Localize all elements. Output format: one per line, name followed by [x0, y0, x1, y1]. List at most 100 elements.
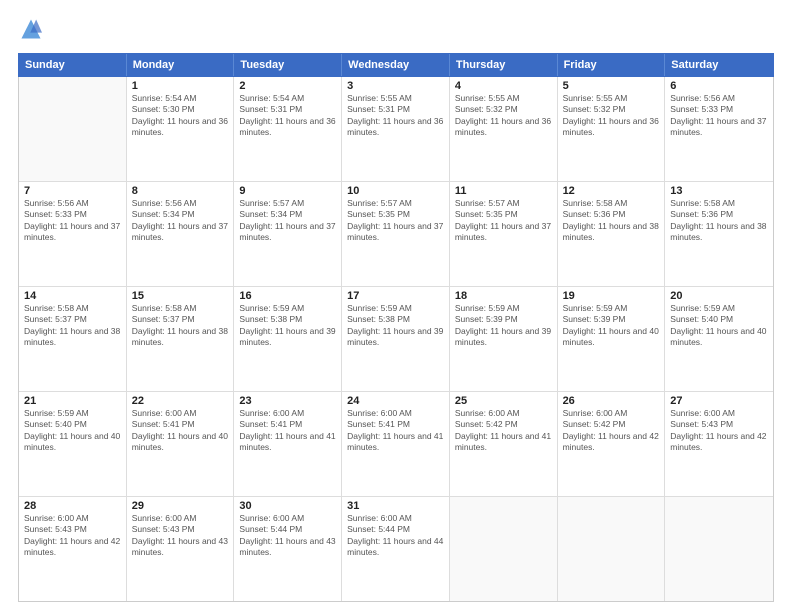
day-info: Sunrise: 5:58 AMSunset: 5:37 PMDaylight:…	[24, 303, 121, 349]
day-number: 21	[24, 395, 121, 407]
calendar-header-cell: Friday	[558, 54, 666, 76]
calendar-cell: 11Sunrise: 5:57 AMSunset: 5:35 PMDayligh…	[450, 182, 558, 286]
day-info: Sunrise: 5:57 AMSunset: 5:34 PMDaylight:…	[239, 198, 336, 244]
day-number: 1	[132, 80, 229, 92]
calendar-body: 1Sunrise: 5:54 AMSunset: 5:30 PMDaylight…	[18, 77, 774, 602]
calendar-cell: 4Sunrise: 5:55 AMSunset: 5:32 PMDaylight…	[450, 77, 558, 181]
calendar-cell: 1Sunrise: 5:54 AMSunset: 5:30 PMDaylight…	[127, 77, 235, 181]
day-number: 19	[563, 290, 660, 302]
logo-icon	[20, 18, 42, 40]
day-info: Sunrise: 5:59 AMSunset: 5:39 PMDaylight:…	[455, 303, 552, 349]
day-info: Sunrise: 5:55 AMSunset: 5:32 PMDaylight:…	[455, 93, 552, 139]
calendar-cell	[450, 497, 558, 601]
day-info: Sunrise: 5:55 AMSunset: 5:32 PMDaylight:…	[563, 93, 660, 139]
day-number: 20	[670, 290, 768, 302]
day-number: 25	[455, 395, 552, 407]
calendar-cell: 17Sunrise: 5:59 AMSunset: 5:38 PMDayligh…	[342, 287, 450, 391]
calendar-cell: 28Sunrise: 6:00 AMSunset: 5:43 PMDayligh…	[19, 497, 127, 601]
calendar-cell: 7Sunrise: 5:56 AMSunset: 5:33 PMDaylight…	[19, 182, 127, 286]
day-number: 31	[347, 500, 444, 512]
day-info: Sunrise: 5:58 AMSunset: 5:36 PMDaylight:…	[670, 198, 768, 244]
day-info: Sunrise: 5:56 AMSunset: 5:34 PMDaylight:…	[132, 198, 229, 244]
day-info: Sunrise: 5:56 AMSunset: 5:33 PMDaylight:…	[670, 93, 768, 139]
calendar-cell: 5Sunrise: 5:55 AMSunset: 5:32 PMDaylight…	[558, 77, 666, 181]
calendar-cell: 26Sunrise: 6:00 AMSunset: 5:42 PMDayligh…	[558, 392, 666, 496]
calendar-cell	[665, 497, 773, 601]
day-info: Sunrise: 6:00 AMSunset: 5:41 PMDaylight:…	[132, 408, 229, 454]
calendar-cell: 20Sunrise: 5:59 AMSunset: 5:40 PMDayligh…	[665, 287, 773, 391]
calendar-header-cell: Tuesday	[234, 54, 342, 76]
calendar-cell: 3Sunrise: 5:55 AMSunset: 5:31 PMDaylight…	[342, 77, 450, 181]
day-number: 30	[239, 500, 336, 512]
calendar-week: 14Sunrise: 5:58 AMSunset: 5:37 PMDayligh…	[19, 287, 773, 392]
day-number: 28	[24, 500, 121, 512]
calendar-cell	[558, 497, 666, 601]
day-info: Sunrise: 5:58 AMSunset: 5:36 PMDaylight:…	[563, 198, 660, 244]
day-info: Sunrise: 6:00 AMSunset: 5:43 PMDaylight:…	[132, 513, 229, 559]
day-number: 22	[132, 395, 229, 407]
calendar-cell: 14Sunrise: 5:58 AMSunset: 5:37 PMDayligh…	[19, 287, 127, 391]
calendar-cell: 31Sunrise: 6:00 AMSunset: 5:44 PMDayligh…	[342, 497, 450, 601]
calendar-cell: 10Sunrise: 5:57 AMSunset: 5:35 PMDayligh…	[342, 182, 450, 286]
calendar-cell: 16Sunrise: 5:59 AMSunset: 5:38 PMDayligh…	[234, 287, 342, 391]
calendar-week: 21Sunrise: 5:59 AMSunset: 5:40 PMDayligh…	[19, 392, 773, 497]
day-info: Sunrise: 5:59 AMSunset: 5:39 PMDaylight:…	[563, 303, 660, 349]
calendar-cell: 29Sunrise: 6:00 AMSunset: 5:43 PMDayligh…	[127, 497, 235, 601]
day-info: Sunrise: 6:00 AMSunset: 5:41 PMDaylight:…	[239, 408, 336, 454]
day-info: Sunrise: 6:00 AMSunset: 5:44 PMDaylight:…	[239, 513, 336, 559]
day-number: 16	[239, 290, 336, 302]
calendar-cell: 23Sunrise: 6:00 AMSunset: 5:41 PMDayligh…	[234, 392, 342, 496]
calendar-cell: 9Sunrise: 5:57 AMSunset: 5:34 PMDaylight…	[234, 182, 342, 286]
calendar-cell: 2Sunrise: 5:54 AMSunset: 5:31 PMDaylight…	[234, 77, 342, 181]
day-info: Sunrise: 5:54 AMSunset: 5:30 PMDaylight:…	[132, 93, 229, 139]
calendar-cell: 21Sunrise: 5:59 AMSunset: 5:40 PMDayligh…	[19, 392, 127, 496]
day-info: Sunrise: 5:59 AMSunset: 5:38 PMDaylight:…	[347, 303, 444, 349]
page: SundayMondayTuesdayWednesdayThursdayFrid…	[0, 0, 792, 612]
day-info: Sunrise: 5:59 AMSunset: 5:38 PMDaylight:…	[239, 303, 336, 349]
day-info: Sunrise: 5:55 AMSunset: 5:31 PMDaylight:…	[347, 93, 444, 139]
day-number: 29	[132, 500, 229, 512]
calendar-header-cell: Saturday	[665, 54, 773, 76]
day-number: 14	[24, 290, 121, 302]
logo	[18, 18, 44, 45]
day-number: 10	[347, 185, 444, 197]
day-number: 9	[239, 185, 336, 197]
calendar-cell: 6Sunrise: 5:56 AMSunset: 5:33 PMDaylight…	[665, 77, 773, 181]
calendar-cell: 8Sunrise: 5:56 AMSunset: 5:34 PMDaylight…	[127, 182, 235, 286]
calendar-cell: 24Sunrise: 6:00 AMSunset: 5:41 PMDayligh…	[342, 392, 450, 496]
calendar-header-row: SundayMondayTuesdayWednesdayThursdayFrid…	[18, 53, 774, 77]
day-number: 13	[670, 185, 768, 197]
day-number: 24	[347, 395, 444, 407]
header	[18, 18, 774, 45]
day-number: 11	[455, 185, 552, 197]
calendar-header-cell: Sunday	[19, 54, 127, 76]
calendar-cell: 30Sunrise: 6:00 AMSunset: 5:44 PMDayligh…	[234, 497, 342, 601]
day-info: Sunrise: 6:00 AMSunset: 5:42 PMDaylight:…	[563, 408, 660, 454]
day-info: Sunrise: 5:57 AMSunset: 5:35 PMDaylight:…	[455, 198, 552, 244]
day-info: Sunrise: 5:59 AMSunset: 5:40 PMDaylight:…	[670, 303, 768, 349]
day-info: Sunrise: 6:00 AMSunset: 5:44 PMDaylight:…	[347, 513, 444, 559]
calendar-week: 28 Sunrise: 6:00 AMSunset: 5:43 PMDayligh…	[19, 497, 773, 601]
day-info: Sunrise: 6:00 AMSunset: 5:43 PMDaylight:…	[670, 408, 768, 454]
day-info: Sunrise: 5:54 AMSunset: 5:31 PMDaylight:…	[239, 93, 336, 139]
calendar-week: 7Sunrise: 5:56 AMSunset: 5:33 PMDaylight…	[19, 182, 773, 287]
day-number: 8	[132, 185, 229, 197]
calendar-cell: 19Sunrise: 5:59 AMSunset: 5:39 PMDayligh…	[558, 287, 666, 391]
day-info: Sunrise: 5:58 AMSunset: 5:37 PMDaylight:…	[132, 303, 229, 349]
calendar-cell: 12Sunrise: 5:58 AMSunset: 5:36 PMDayligh…	[558, 182, 666, 286]
calendar: SundayMondayTuesdayWednesdayThursdayFrid…	[18, 53, 774, 602]
day-number: 17	[347, 290, 444, 302]
day-number: 12	[563, 185, 660, 197]
calendar-cell: 27Sunrise: 6:00 AMSunset: 5:43 PMDayligh…	[665, 392, 773, 496]
day-number: 23	[239, 395, 336, 407]
day-number: 3	[347, 80, 444, 92]
calendar-cell: 15Sunrise: 5:58 AMSunset: 5:37 PMDayligh…	[127, 287, 235, 391]
day-number: 26	[563, 395, 660, 407]
day-number: 5	[563, 80, 660, 92]
calendar-cell: 22Sunrise: 6:00 AMSunset: 5:41 PMDayligh…	[127, 392, 235, 496]
day-info: Sunrise: 6:00 AMSunset: 5:42 PMDaylight:…	[455, 408, 552, 454]
day-number: 2	[239, 80, 336, 92]
day-number: 6	[670, 80, 768, 92]
day-number: 27	[670, 395, 768, 407]
calendar-cell: 18Sunrise: 5:59 AMSunset: 5:39 PMDayligh…	[450, 287, 558, 391]
